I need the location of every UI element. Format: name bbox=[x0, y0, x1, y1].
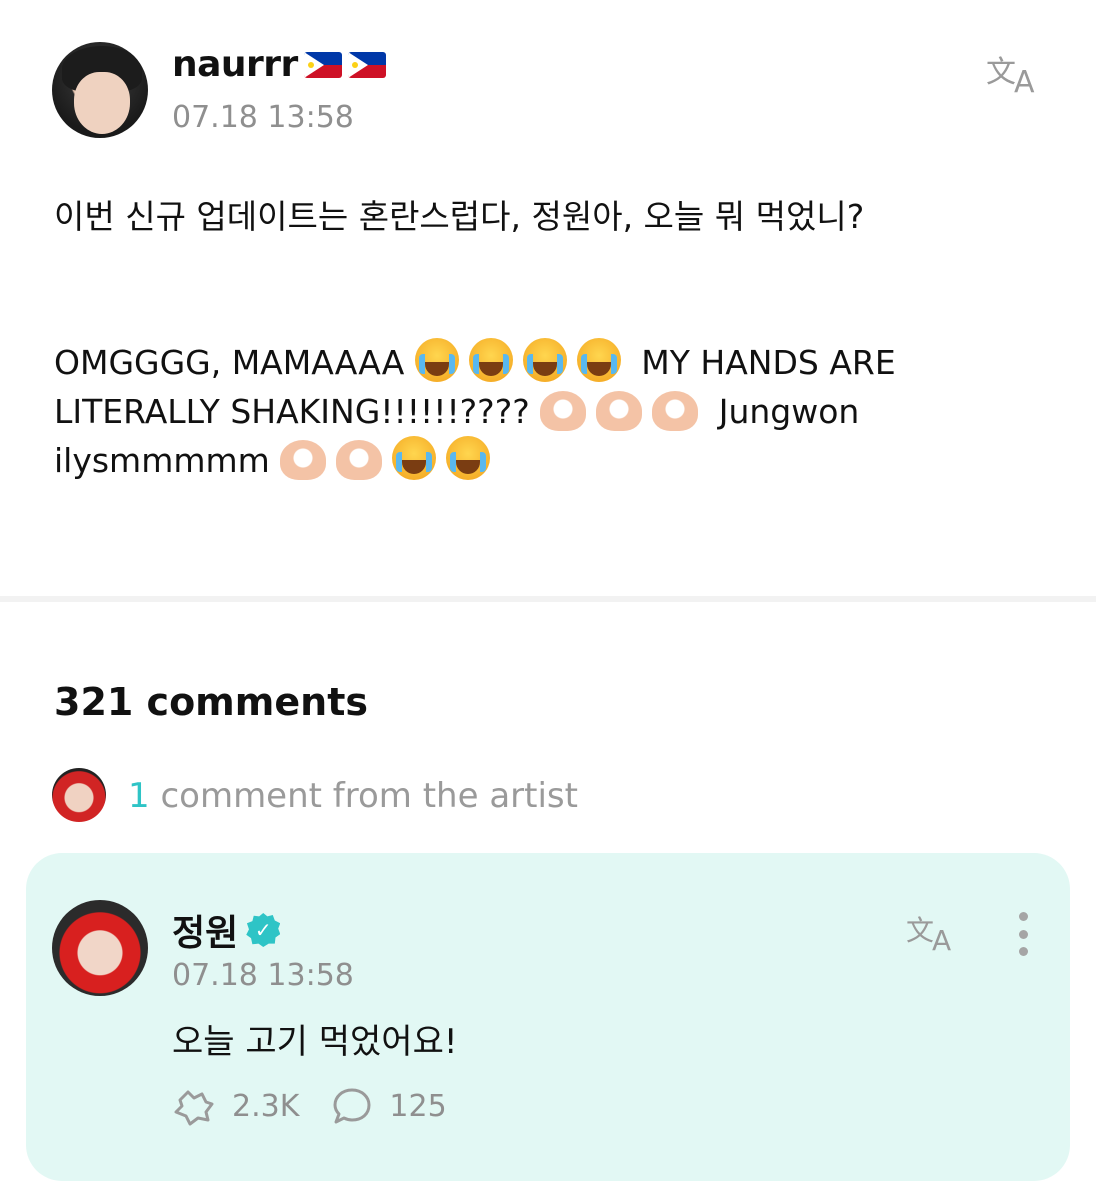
translate-icon[interactable]: 文 A bbox=[986, 50, 1046, 96]
artist-comments-link[interactable]: 1 comment from the artist bbox=[128, 776, 578, 816]
heart-hands-emoji-icon bbox=[596, 391, 643, 431]
translate-icon[interactable]: 文 A bbox=[906, 910, 962, 954]
reply-icon bbox=[333, 1088, 371, 1124]
artist-name[interactable]: 정원 ✓ bbox=[172, 904, 281, 956]
comments-count: 321 comments bbox=[54, 680, 368, 724]
more-options-icon[interactable] bbox=[1012, 912, 1034, 956]
post: naurrr 07.18 13:58 文 A 이번 신규 업데이트는 혼란스럽다… bbox=[0, 0, 1096, 596]
comment-text: 오늘 고기 먹었어요! bbox=[172, 1022, 458, 1062]
crying-face-emoji-icon bbox=[468, 338, 513, 382]
svg-text:文: 文 bbox=[906, 914, 934, 947]
heart-hands-emoji-icon bbox=[280, 440, 327, 480]
artist-avatar-small bbox=[52, 768, 106, 822]
svg-text:A: A bbox=[1014, 65, 1035, 96]
ph-flag-icon bbox=[303, 51, 342, 78]
crying-face-emoji-icon bbox=[414, 338, 459, 382]
artist-comment-count: 1 bbox=[128, 776, 150, 816]
ph-flag-icon bbox=[347, 51, 386, 78]
crying-face-emoji-icon bbox=[576, 338, 621, 382]
comment-actions: 2.3K 125 bbox=[172, 1086, 479, 1126]
reply-button[interactable]: 125 bbox=[331, 1086, 447, 1126]
reply-count: 125 bbox=[389, 1088, 447, 1124]
comment-timestamp: 07.18 13:58 bbox=[172, 958, 354, 993]
post-body: 이번 신규 업데이트는 혼란스럽다, 정원아, 오늘 뭐 먹었니? OMGGGG… bbox=[54, 192, 1054, 485]
post-author-name-text: naurrr bbox=[172, 44, 298, 85]
section-divider bbox=[0, 596, 1096, 602]
post-text-korean: 이번 신규 업데이트는 혼란스럽다, 정원아, 오늘 뭐 먹었니? bbox=[54, 197, 865, 236]
verified-badge-icon: ✓ bbox=[246, 913, 281, 947]
like-button[interactable]: 2.3K bbox=[172, 1086, 299, 1126]
post-author-name[interactable]: naurrr bbox=[172, 44, 386, 85]
svg-text:文: 文 bbox=[986, 55, 1016, 90]
svg-text:A: A bbox=[932, 924, 951, 954]
heart-hands-emoji-icon bbox=[336, 440, 383, 480]
post-timestamp: 07.18 13:58 bbox=[172, 100, 354, 135]
post-text-segment: OMGGGG, MAMAAAA bbox=[54, 343, 415, 382]
crying-face-emoji-icon bbox=[446, 436, 491, 480]
heart-hands-emoji-icon bbox=[652, 391, 699, 431]
artist-avatar[interactable] bbox=[52, 900, 148, 996]
heart-hands-emoji-icon bbox=[540, 391, 587, 431]
crying-face-emoji-icon bbox=[392, 436, 437, 480]
avatar-face bbox=[74, 72, 130, 134]
like-icon bbox=[174, 1090, 214, 1126]
artist-name-text: 정원 bbox=[172, 913, 239, 954]
crying-face-emoji-icon bbox=[522, 338, 567, 382]
like-count: 2.3K bbox=[232, 1088, 300, 1124]
artist-comment-label-text: comment from the artist bbox=[149, 776, 578, 816]
post-author-avatar[interactable] bbox=[52, 42, 148, 138]
post-text-english: OMGGGG, MAMAAAA MY HANDS ARE LITERALLY S… bbox=[54, 338, 1054, 485]
